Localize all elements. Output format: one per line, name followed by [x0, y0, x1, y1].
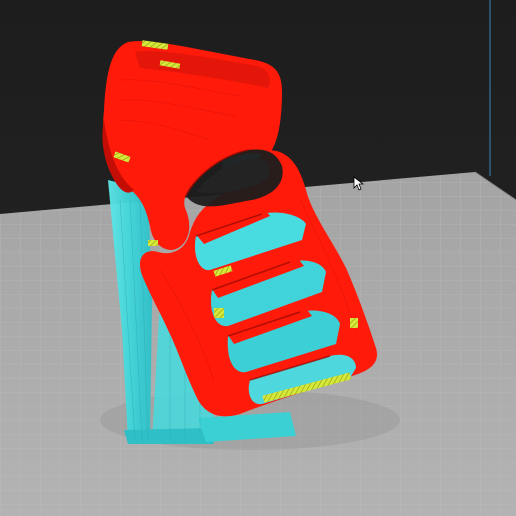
3d-viewport[interactable] [0, 0, 516, 516]
print-preview-scene[interactable] [0, 0, 516, 516]
